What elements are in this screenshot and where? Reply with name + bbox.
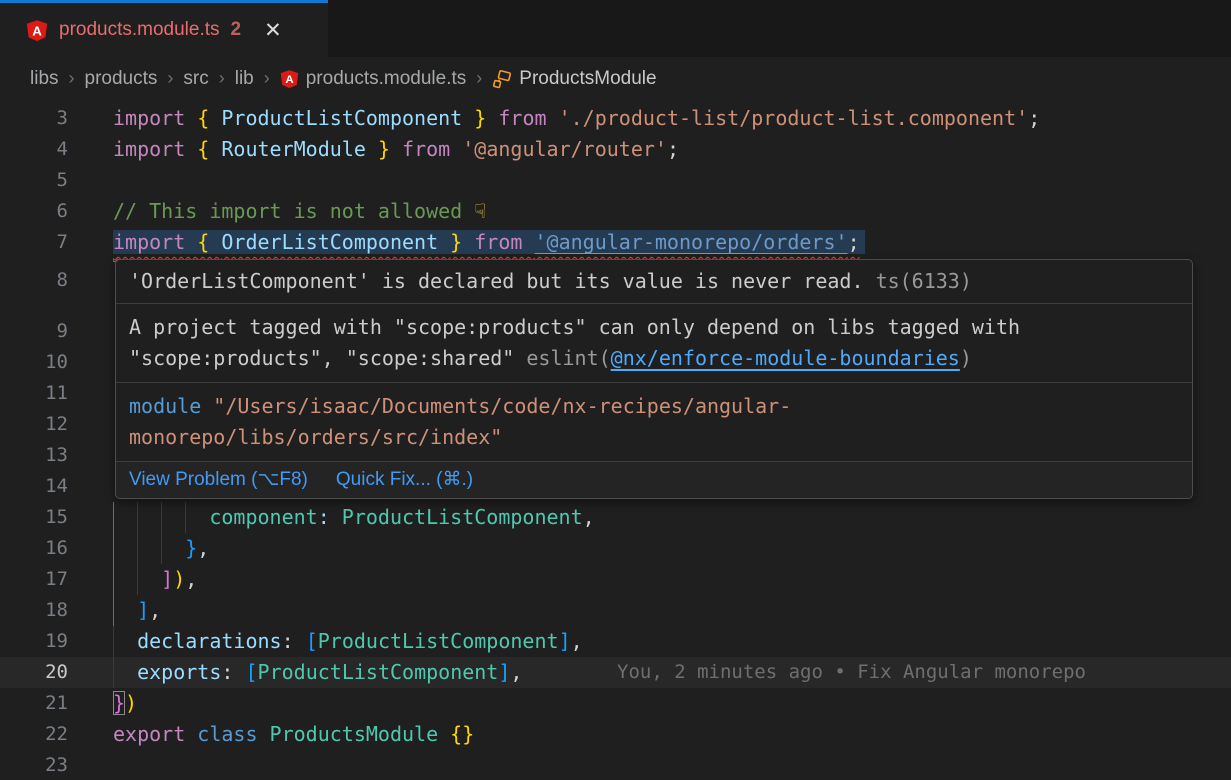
code-line-20[interactable]: 20 exports: [ProductListComponent], You, …: [0, 657, 1231, 688]
popup-actions: View Problem (⌥F8) Quick Fix... (⌘.): [116, 462, 1192, 498]
code-line-6[interactable]: 6 // This import is not allowed ☟: [0, 196, 1231, 227]
tab-bar: A products.module.ts 2 ✕: [0, 0, 1231, 57]
breadcrumb-item-src[interactable]: src: [183, 68, 208, 90]
line-number[interactable]: 12: [0, 409, 68, 440]
line-number[interactable]: 7: [0, 227, 68, 258]
angular-icon: A: [26, 19, 48, 42]
code-line-5[interactable]: 5: [0, 165, 1231, 196]
ts-error-code: ts(6133): [876, 269, 972, 293]
vscode-window: A products.module.ts 2 ✕ libs › products…: [0, 0, 1231, 780]
code-line-text: }): [113, 688, 137, 719]
popup-eslint-error: A project tagged with "scope:products" c…: [116, 304, 1192, 383]
code-line-21[interactable]: 21}): [0, 688, 1231, 719]
popup-module-info: module "/Users/isaac/Documents/code/nx-r…: [116, 383, 1192, 462]
git-blame-annotation: You, 2 minutes ago • Fix Angular monorep…: [617, 657, 1086, 688]
error-highlight-range: import { OrderListComponent } from '@ang…: [113, 230, 865, 254]
code-line-17[interactable]: 17 ]),: [0, 564, 1231, 595]
line-number[interactable]: 6: [0, 196, 68, 227]
code-line-text: ],: [113, 595, 161, 626]
eslint-rule-link[interactable]: @nx/enforce-module-boundaries: [611, 346, 960, 370]
line-number[interactable]: 21: [0, 688, 68, 719]
code-line-text: // This import is not allowed ☟: [113, 196, 486, 227]
code-line-19[interactable]: 19 declarations: [ProductListComponent],: [0, 626, 1231, 657]
code-line-15[interactable]: 15 component: ProductListComponent,: [0, 502, 1231, 533]
breadcrumb-item-file[interactable]: A products.module.ts: [280, 68, 467, 90]
breadcrumb-item-lib[interactable]: lib: [235, 68, 254, 90]
hover-popup: 'OrderListComponent' is declared but its…: [115, 259, 1193, 499]
code-line-text: import { RouterModule } from '@angular/r…: [113, 134, 679, 165]
code-line-7[interactable]: 7 import { OrderListComponent } from '@an…: [0, 227, 1231, 258]
tab-title: products.module.ts: [59, 19, 220, 41]
code-line-22[interactable]: 22 export class ProductsModule {}: [0, 719, 1231, 750]
code-line-text: exports: [ProductListComponent],: [113, 657, 522, 688]
code-line-4[interactable]: 4 import { RouterModule } from '@angular/…: [0, 134, 1231, 165]
view-problem-link[interactable]: View Problem (⌥F8): [129, 467, 308, 493]
tab-problem-badge: 2: [231, 19, 242, 41]
chevron-right-icon: ›: [476, 68, 482, 89]
chevron-right-icon: ›: [264, 68, 270, 89]
line-number[interactable]: 17: [0, 564, 68, 595]
line-number[interactable]: 19: [0, 626, 68, 657]
line-number[interactable]: 5: [0, 165, 68, 196]
line-number[interactable]: 14: [0, 471, 68, 502]
code-line-text: import { OrderListComponent } from '@ang…: [113, 227, 865, 258]
code-line-text: ]),: [113, 564, 197, 595]
popup-ts-error: 'OrderListComponent' is declared but its…: [116, 260, 1192, 304]
line-number[interactable]: 9: [0, 316, 68, 347]
line-number[interactable]: 22: [0, 719, 68, 750]
class-symbol-icon: [492, 69, 512, 89]
breadcrumb-item-symbol[interactable]: ProductsModule: [492, 68, 656, 90]
line-number[interactable]: 23: [0, 750, 68, 780]
svg-text:A: A: [32, 23, 42, 38]
code-line-16[interactable]: 16 },: [0, 533, 1231, 564]
line-number[interactable]: 18: [0, 595, 68, 626]
line-number[interactable]: 16: [0, 533, 68, 564]
code-line-18[interactable]: 18 ],: [0, 595, 1231, 626]
tab-products-module[interactable]: A products.module.ts 2 ✕: [0, 0, 328, 57]
code-line-3[interactable]: 3 import { ProductListComponent } from '.…: [0, 103, 1231, 134]
close-icon[interactable]: ✕: [264, 20, 282, 41]
line-number[interactable]: 8: [0, 265, 68, 296]
line-number[interactable]: 13: [0, 440, 68, 471]
code-line-text: component: ProductListComponent,: [113, 502, 595, 533]
code-line-text: declarations: [ProductListComponent],: [113, 626, 583, 657]
line-number[interactable]: 10: [0, 347, 68, 378]
line-number[interactable]: 15: [0, 502, 68, 533]
line-number[interactable]: 4: [0, 134, 68, 165]
quick-fix-link[interactable]: Quick Fix... (⌘.): [336, 467, 473, 493]
chevron-right-icon: ›: [69, 68, 75, 89]
code-editor[interactable]: 'OrderListComponent' is declared but its…: [0, 100, 1231, 780]
line-number[interactable]: 3: [0, 103, 68, 134]
line-number[interactable]: 11: [0, 378, 68, 409]
chevron-right-icon: ›: [219, 68, 225, 89]
breadcrumb: libs › products › src › lib › A products…: [0, 57, 1231, 100]
breadcrumb-item-products[interactable]: products: [85, 68, 158, 90]
angular-icon: A: [280, 69, 299, 89]
chevron-right-icon: ›: [167, 68, 173, 89]
code-line-23[interactable]: 23: [0, 750, 1231, 780]
code-line-text: import { ProductListComponent } from './…: [113, 103, 1040, 134]
line-number[interactable]: 20: [0, 657, 68, 688]
code-line-text: },: [113, 533, 209, 564]
svg-text:A: A: [285, 74, 293, 86]
code-line-text: export class ProductsModule {}: [113, 719, 474, 750]
breadcrumb-item-libs[interactable]: libs: [30, 68, 59, 90]
